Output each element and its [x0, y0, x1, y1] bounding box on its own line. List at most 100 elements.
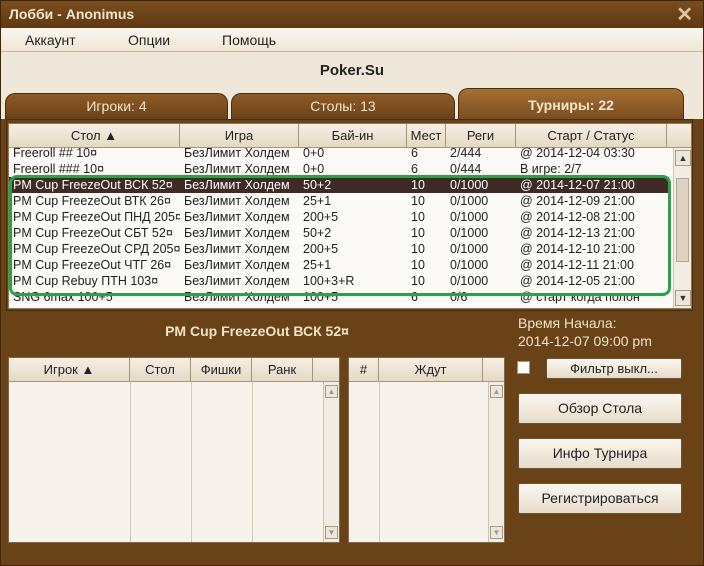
table-row[interactable]: PM Cup FreezeOut СРД 205¤ БезЛимит Холдем… [9, 241, 669, 257]
table-row[interactable]: PM Cup FreezeOut ПНД 205¤ БезЛимит Холдем… [9, 209, 669, 225]
table-cell: 10 [411, 274, 425, 288]
menu-help[interactable]: Помощь [222, 32, 276, 48]
players-table: Игрок ▲ Стол Фишки Ранк ▲ ▼ [8, 357, 340, 543]
menu-bar: Аккаунт Опции Помощь [1, 28, 703, 52]
menu-options[interactable]: Опции [128, 32, 170, 48]
table-row[interactable]: PM Cup FreezeOut ВТК 26¤ БезЛимит Холдем 2… [9, 193, 669, 209]
table-cell: 0/6 [450, 290, 468, 304]
players-scroll-up-icon[interactable]: ▲ [325, 385, 338, 398]
waiting-scroll-up-icon[interactable]: ▲ [490, 385, 503, 398]
table-cell: @ 2014-12-05 21:00 [520, 274, 635, 288]
table-cell: 10 [411, 242, 425, 256]
table-cell: Freeroll ## 10¤ [13, 146, 98, 160]
table-cell: БезЛимит Холдем [184, 146, 290, 160]
table-cell: 100+3+R [303, 274, 355, 288]
table-cell: 50+2 [303, 226, 332, 240]
table-cell: 200+5 [303, 210, 339, 224]
column-header-waiting[interactable]: Ждут [379, 358, 483, 382]
start-time-value: 2014-12-07 09:00 pm [518, 333, 652, 349]
column-header-rank[interactable]: Ранк [252, 358, 313, 382]
table-cell: БезЛимит Холдем [184, 162, 290, 176]
table-cell: @ 2014-12-10 21:00 [520, 242, 635, 256]
table-cell: 25+1 [303, 194, 332, 208]
waiting-scroll-down-icon[interactable]: ▼ [490, 526, 503, 539]
table-cell: @ 2014-12-11 21:00 [520, 258, 634, 272]
players-scrollbar[interactable]: ▲ ▼ [323, 382, 339, 542]
table-cell: 6 [411, 146, 418, 160]
table-cell: @ 2014-12-07 21:00 [520, 178, 635, 192]
table-cell: 6 [411, 162, 418, 176]
start-time-label: Время Начала: [518, 315, 617, 331]
table-cell: 0/1000 [450, 226, 489, 240]
lobby-window: Лобби - Anonimus ✕ Аккаунт Опции Помощь … [0, 0, 704, 566]
table-cell: PM Cup Rebuy ПТН 103¤ [13, 274, 159, 288]
tournaments-scrollbar[interactable]: ▲ ▼ [673, 148, 691, 308]
table-cell: 50+2 [303, 178, 332, 192]
table-cell: БезЛимит Холдем [184, 258, 290, 272]
table-cell: 0+0 [303, 146, 325, 160]
table-cell: БезЛимит Холдем [184, 210, 290, 224]
table-cell: @ 2014-12-09 21:00 [520, 194, 635, 208]
column-header-player[interactable]: Игрок ▲ [9, 358, 130, 382]
table-cell: БезЛимит Холдем [184, 242, 290, 256]
close-icon[interactable]: ✕ [676, 2, 693, 27]
scroll-up-icon[interactable]: ▲ [675, 150, 691, 166]
table-cell: 0/1000 [450, 258, 489, 272]
table-cell: 0/1000 [450, 210, 489, 224]
table-cell: 10 [411, 210, 425, 224]
filter-checkbox[interactable] [517, 361, 530, 374]
table-cell: 0/1000 [450, 242, 489, 256]
table-cell: PM Cup FreezeOut ЧТГ 26¤ [13, 258, 172, 272]
table-row[interactable]: Freeroll ## 10¤ БезЛимит Холдем 0+0 6 2/444 @… [9, 145, 669, 161]
table-cell: 200+5 [303, 242, 339, 256]
table-cell: 6 [411, 290, 418, 304]
table-row[interactable]: SNG 6max 100+5 БезЛимит Холдем 100+5 6 0/6 @ … [9, 289, 669, 305]
register-button[interactable]: Регистрироваться [518, 483, 682, 514]
players-scroll-down-icon[interactable]: ▼ [325, 526, 338, 539]
table-row[interactable]: PM Cup FreezeOut СБТ 52¤ БезЛимит Холдем 5… [9, 225, 669, 241]
table-cell: PM Cup FreezeOut ВСК 52¤ [13, 178, 173, 192]
table-cell: 0/1000 [450, 194, 489, 208]
column-header-number[interactable]: # [349, 358, 379, 382]
table-row[interactable]: PM Cup Rebuy ПТН 103¤ БезЛимит Холдем 100+… [9, 273, 669, 289]
tab-players[interactable]: Игроки: 4 [5, 93, 228, 119]
table-row[interactable]: PM Cup FreezeOut ЧТГ 26¤ БезЛимит Холдем 2… [9, 257, 669, 273]
table-row[interactable]: PM Cup FreezeOut ВСК 52¤ БезЛимит Холдем 5… [9, 177, 669, 193]
table-cell: @ 2014-12-04 03:30 [520, 146, 635, 160]
table-cell: В игре: 2/7 [520, 162, 582, 176]
table-cell: 100+5 [303, 290, 339, 304]
table-cell: 25+1 [303, 258, 332, 272]
table-cell: БезЛимит Холдем [184, 290, 290, 304]
table-cell: PM Cup FreezeOut ПНД 205¤ [13, 210, 180, 224]
filter-button[interactable]: Фильтр выкл... [546, 358, 682, 379]
scroll-thumb[interactable] [676, 178, 689, 262]
table-cell: @ старт когда полон [520, 290, 640, 304]
selected-tournament-title: PM Cup FreezeOut ВСК 52¤ [165, 323, 349, 339]
table-cell: PM Cup FreezeOut ВТК 26¤ [13, 194, 171, 208]
table-cell: БезЛимит Холдем [184, 274, 290, 288]
scroll-down-icon[interactable]: ▼ [675, 290, 691, 306]
tab-tables[interactable]: Столы: 13 [231, 93, 455, 119]
tournament-info-button[interactable]: Инфо Турнира [518, 438, 682, 469]
tournaments-table: Стол ▲ Игра Бай-ин Мест Реги Старт / Ста… [8, 123, 692, 309]
waiting-table: # Ждут ▲ ▼ [348, 357, 505, 543]
column-header-table-num[interactable]: Стол [130, 358, 191, 382]
tab-tournaments[interactable]: Турниры: 22 [458, 88, 684, 119]
column-header-chips[interactable]: Фишки [191, 358, 252, 382]
table-cell: PM Cup FreezeOut СРД 205¤ [13, 242, 180, 256]
table-cell: БезЛимит Холдем [184, 194, 290, 208]
table-cell: 10 [411, 194, 425, 208]
menu-account[interactable]: Аккаунт [25, 32, 76, 48]
table-cell: 10 [411, 178, 425, 192]
table-view-button[interactable]: Обзор Стола [518, 393, 682, 424]
table-row[interactable]: Freeroll ### 10¤ БезЛимит Холдем 0+0 6 0/444… [9, 161, 669, 177]
table-cell: 0/1000 [450, 178, 489, 192]
title-bar[interactable]: Лобби - Anonimus ✕ [1, 1, 703, 28]
brand-title: Poker.Su [319, 62, 385, 79]
table-cell: SNG 6max 100+5 [13, 290, 113, 304]
table-cell: @ 2014-12-08 21:00 [520, 210, 635, 224]
table-cell: 0/444 [450, 162, 482, 176]
waiting-scrollbar[interactable]: ▲ ▼ [488, 382, 504, 542]
table-cell: 10 [411, 258, 425, 272]
table-cell: PM Cup FreezeOut СБТ 52¤ [13, 226, 173, 240]
